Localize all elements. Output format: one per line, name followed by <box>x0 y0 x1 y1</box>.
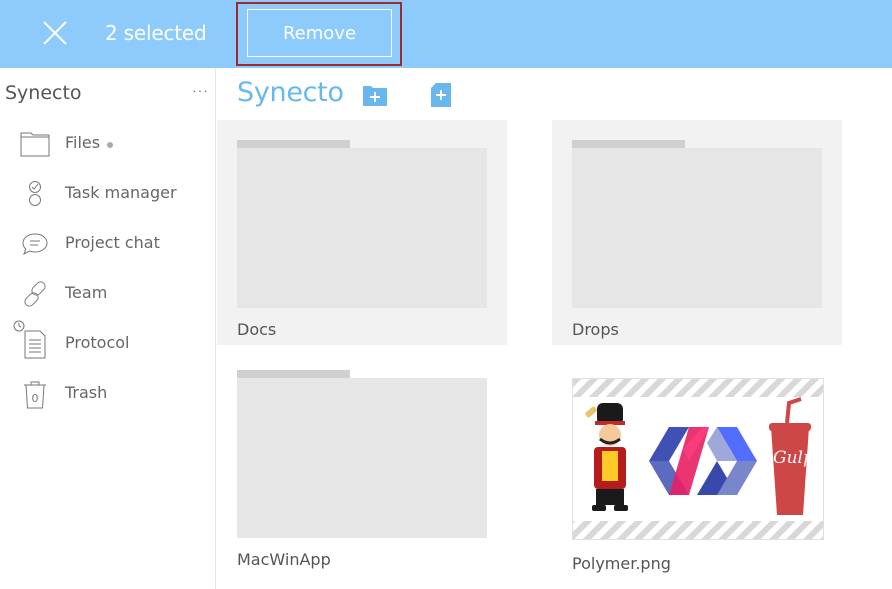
image-content: Gulp <box>573 397 823 521</box>
close-selection-button[interactable] <box>40 18 70 48</box>
folder-tab <box>572 140 685 148</box>
sidebar-item-label: Protocol <box>65 333 130 352</box>
sidebar-item-task-manager[interactable]: Task manager <box>0 173 215 213</box>
sidebar-item-label: Team <box>65 283 108 302</box>
folder-tab <box>237 370 350 378</box>
sidebar-item-team[interactable]: Team <box>0 273 215 313</box>
remove-button[interactable]: Remove <box>247 9 392 57</box>
more-options-button[interactable]: ··· <box>192 82 209 98</box>
new-folder-icon[interactable] <box>362 82 388 108</box>
folder-tab <box>237 140 350 148</box>
sidebar-item-trash[interactable]: 0 Trash <box>0 373 215 413</box>
svg-text:Gulp: Gulp <box>773 448 814 468</box>
tile-name: MacWinApp <box>237 550 331 569</box>
image-tile-polymer[interactable]: Gulp Polymer.png <box>552 370 842 580</box>
sidebar-item-project-chat[interactable]: Project chat <box>0 223 215 263</box>
link-icon <box>24 281 46 307</box>
polymer-logo <box>649 427 757 495</box>
sidebar-item-label: Files <box>65 133 101 152</box>
folder-tile-docs[interactable]: Docs <box>217 120 507 345</box>
unread-dot <box>107 142 113 148</box>
sidebar-item-label: Trash <box>65 383 108 402</box>
tile-name: Docs <box>237 320 277 339</box>
folder-thumbnail <box>237 148 487 308</box>
gulp-logo: Gulp <box>769 397 814 515</box>
folder-thumbnail <box>237 378 487 538</box>
sidebar-item-label: Project chat <box>65 233 160 252</box>
task-icon <box>29 181 41 206</box>
project-title: Synecto <box>5 82 82 104</box>
sidebar: Synecto ··· Files Task manager Project c… <box>0 68 216 589</box>
chat-icon <box>22 233 48 256</box>
sidebar-item-label: Task manager <box>65 183 177 202</box>
folder-thumbnail <box>572 148 822 308</box>
trash-icon: 0 <box>24 381 46 409</box>
selected-count: 2 selected <box>105 21 207 45</box>
sidebar-item-protocol[interactable]: Protocol <box>0 320 215 363</box>
close-icon <box>43 21 67 45</box>
new-file-icon[interactable] <box>428 82 454 108</box>
selection-toolbar: 2 selected Remove <box>0 0 892 68</box>
yeoman-logo <box>585 403 628 511</box>
folder-tile-drops[interactable]: Drops <box>552 120 842 345</box>
folder-icon <box>20 132 50 157</box>
tile-name: Polymer.png <box>572 554 671 573</box>
folder-tile-macwinapp[interactable]: MacWinApp <box>217 350 507 575</box>
document-icon <box>24 330 46 359</box>
page-title: Synecto <box>237 77 344 108</box>
image-thumbnail: Gulp <box>572 378 824 540</box>
sidebar-item-files[interactable]: Files <box>0 123 215 163</box>
trash-count: 0 <box>32 392 39 405</box>
tile-name: Drops <box>572 320 619 339</box>
